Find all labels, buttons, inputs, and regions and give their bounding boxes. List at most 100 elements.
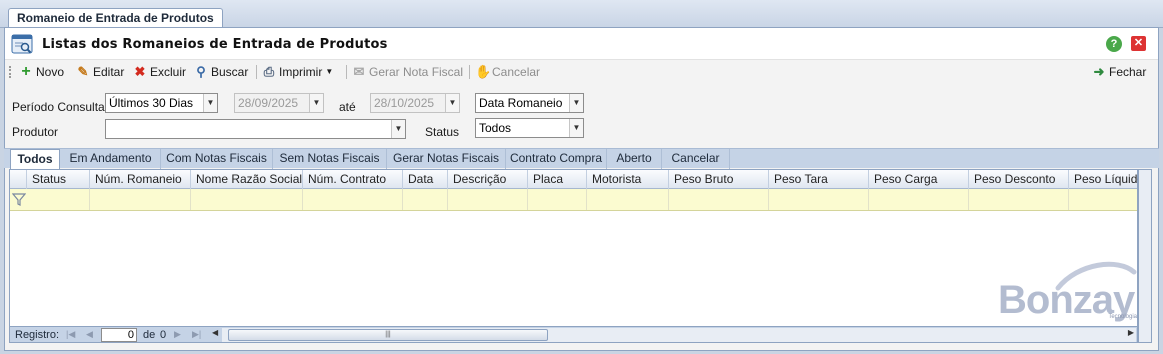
last-record-icon[interactable]: ▶|	[192, 329, 201, 340]
close-icon[interactable]: ✕	[1131, 36, 1146, 51]
tab-com-notas-fiscais[interactable]: Com Notas Fiscais	[161, 149, 273, 169]
tab-todos[interactable]: Todos	[10, 149, 60, 170]
column-header[interactable]: Núm. Contrato	[303, 170, 403, 189]
editar-button[interactable]: ✎ Editar	[76, 63, 125, 80]
filter-cell[interactable]	[528, 189, 587, 210]
prev-record-icon[interactable]: ◀	[86, 329, 93, 340]
chevron-down-icon[interactable]: ▼	[569, 119, 583, 137]
novo-button[interactable]: + Novo	[19, 63, 64, 80]
scrollbar-thumb[interactable]: |||	[228, 329, 548, 341]
cancel-icon: ✋	[475, 63, 492, 79]
exit-icon: ➜	[1093, 63, 1105, 79]
column-header[interactable]: Peso Desconto	[969, 170, 1069, 189]
tab-cancelar[interactable]: Cancelar	[662, 149, 730, 169]
imprimir-button[interactable]: ⎙ Imprimir ▼	[262, 63, 333, 80]
filter-cell[interactable]	[587, 189, 669, 210]
gerar-nota-fiscal-button[interactable]: ✉ Gerar Nota Fiscal	[352, 63, 463, 80]
status-select[interactable]: Todos ▼	[475, 118, 584, 138]
column-header[interactable]: Status	[27, 170, 90, 189]
date-to-field[interactable]: 28/10/2025 ▼	[370, 93, 460, 113]
fechar-button[interactable]: ➜ Fechar	[1092, 63, 1147, 80]
chevron-down-icon[interactable]: ▼	[309, 94, 323, 112]
chevron-down-icon[interactable]: ▼	[203, 94, 217, 112]
printer-icon: ⎙	[263, 63, 275, 79]
column-header[interactable]: Nome Razão Social	[191, 170, 303, 189]
produtor-label: Produtor	[12, 125, 59, 139]
filter-cell[interactable]	[90, 189, 191, 210]
scroll-right-icon[interactable]: ▶	[1128, 328, 1134, 337]
column-header[interactable]: Núm. Romaneio	[90, 170, 191, 189]
column-header[interactable]: Placa	[528, 170, 587, 189]
logo-subtext: Tecnologia	[1108, 314, 1137, 320]
grid-tab-strip: Todos Em Andamento Com Notas Fiscais Sem…	[4, 148, 1159, 170]
filter-panel: Período Consulta Últimos 30 Dias ▼ 28/09…	[5, 84, 1158, 150]
filter-cell[interactable]	[448, 189, 528, 210]
column-header[interactable]: Peso Bruto	[669, 170, 769, 189]
romaneio-grid: Status Núm. Romaneio Nome Razão Social N…	[9, 169, 1139, 327]
toolbar-separator	[346, 65, 347, 79]
tab-aberto[interactable]: Aberto	[607, 149, 662, 169]
excluir-button[interactable]: ✖ Excluir	[133, 63, 186, 80]
cancelar-button[interactable]: ✋ Cancelar	[475, 63, 540, 80]
date-from-field[interactable]: 28/09/2025 ▼	[234, 93, 324, 113]
chevron-down-icon[interactable]: ▼	[445, 94, 459, 112]
column-header[interactable]: Peso Carga	[869, 170, 969, 189]
title-bar: Listas dos Romaneios de Entrada de Produ…	[5, 28, 1158, 60]
buscar-button[interactable]: ⚲ Buscar	[194, 63, 248, 80]
de-label: de	[143, 329, 156, 341]
help-icon[interactable]: ?	[1106, 36, 1122, 52]
window-title: Listas dos Romaneios de Entrada de Produ…	[42, 37, 388, 52]
filter-cell[interactable]	[403, 189, 448, 210]
date-type-value: Data Romaneio	[479, 96, 563, 110]
editar-label: Editar	[93, 64, 125, 79]
filter-cell[interactable]	[669, 189, 769, 210]
toolbar-separator	[256, 65, 257, 79]
first-record-icon[interactable]: |◀	[66, 329, 75, 340]
horizontal-scrollbar[interactable]: ◀ ||| ▶	[212, 328, 1136, 342]
scroll-left-icon[interactable]: ◀	[212, 328, 218, 337]
column-header[interactable]: Descrição	[448, 170, 528, 189]
auto-filter-row[interactable]	[10, 189, 1137, 211]
row-indicator-header	[10, 170, 27, 189]
toolbar-grip	[9, 66, 11, 78]
tab-gerar-notas-fiscais[interactable]: Gerar Notas Fiscais	[387, 149, 506, 169]
periodo-select[interactable]: Últimos 30 Dias ▼	[105, 93, 218, 113]
ate-label: até	[339, 100, 356, 114]
column-header[interactable]: Peso Tara	[769, 170, 869, 189]
produtor-select[interactable]: ▼	[105, 119, 406, 139]
tab-contrato-compra[interactable]: Contrato Compra	[506, 149, 607, 169]
document-tab-romaneio[interactable]: Romaneio de Entrada de Produtos	[8, 8, 223, 28]
filter-cell[interactable]	[969, 189, 1069, 210]
search-icon: ⚲	[196, 63, 206, 79]
imprimir-label: Imprimir	[279, 64, 323, 79]
tab-sem-notas-fiscais[interactable]: Sem Notas Fiscais	[273, 149, 387, 169]
periodo-value: Últimos 30 Dias	[109, 96, 194, 110]
filter-cell[interactable]	[769, 189, 869, 210]
record-index-input[interactable]: 0	[101, 328, 137, 342]
tab-em-andamento[interactable]: Em Andamento	[61, 149, 161, 169]
filter-icon[interactable]	[12, 193, 26, 206]
document-search-icon	[11, 34, 33, 54]
document-tab-strip: Romaneio de Entrada de Produtos	[0, 0, 1163, 28]
column-header[interactable]: Motorista	[587, 170, 669, 189]
bonzay-logo: Bonzay Tecnologia	[998, 258, 1143, 324]
chevron-down-icon[interactable]: ▼	[569, 94, 583, 112]
column-header[interactable]: Data	[403, 170, 448, 189]
filter-cell[interactable]	[869, 189, 969, 210]
status-value: Todos	[479, 121, 512, 135]
record-total: 0	[160, 329, 167, 341]
filter-cell[interactable]	[303, 189, 403, 210]
invoice-icon: ✉	[353, 63, 365, 79]
column-header[interactable]: Peso Líquido	[1069, 170, 1139, 189]
chevron-down-icon[interactable]: ▼	[391, 120, 405, 138]
chevron-down-icon: ▼	[325, 67, 334, 76]
grid-header: Status Núm. Romaneio Nome Razão Social N…	[10, 170, 1139, 189]
periodo-label: Período Consulta	[12, 100, 105, 114]
filter-cell[interactable]	[191, 189, 303, 210]
fechar-label: Fechar	[1109, 64, 1147, 79]
status-label: Status	[425, 125, 460, 139]
vertical-scrollbar[interactable]	[1138, 169, 1152, 343]
filter-cell[interactable]	[27, 189, 90, 210]
next-record-icon[interactable]: ▶	[174, 329, 181, 340]
date-type-select[interactable]: Data Romaneio ▼	[475, 93, 584, 113]
